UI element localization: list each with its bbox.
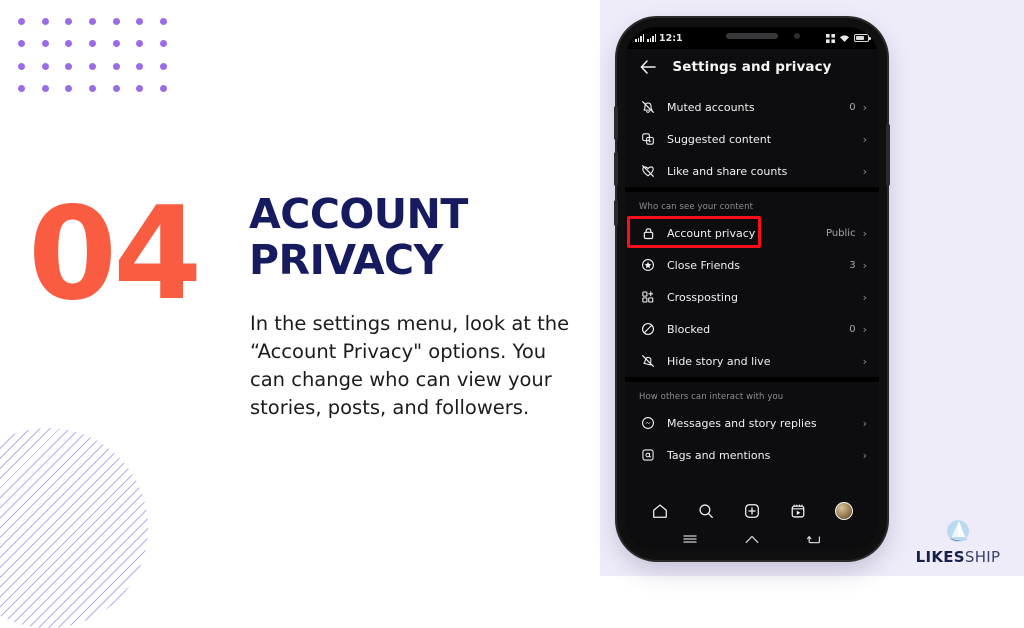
settings-row-tags-and-mentions[interactable]: Tags and mentions ›: [625, 439, 879, 471]
settings-row-label: Blocked: [667, 322, 711, 336]
chevron-right-icon: ›: [862, 100, 867, 114]
settings-row-suggested-content[interactable]: Suggested content ›: [625, 123, 879, 155]
messenger-icon: [639, 414, 657, 432]
settings-row-value: 0: [849, 101, 856, 113]
chevron-right-icon: ›: [862, 164, 867, 178]
settings-row-label: Messages and story replies: [667, 416, 817, 430]
phone-screen: 12:1 Settings and privacy Muted accounts…: [625, 27, 879, 551]
sailboat-icon: [947, 520, 969, 542]
blocked-icon: [639, 320, 657, 338]
status-bar-right: [826, 33, 871, 43]
suggested-icon: [639, 130, 657, 148]
chevron-right-icon: ›: [862, 226, 867, 240]
profile-avatar[interactable]: [831, 498, 857, 524]
settings-row-blocked[interactable]: Blocked 0 ›: [625, 313, 879, 345]
settings-row-muted-accounts[interactable]: Muted accounts 0 ›: [625, 91, 879, 123]
settings-row-messages-and-story-replies[interactable]: Messages and story replies ›: [625, 407, 879, 439]
bottom-navigation-bar[interactable]: [625, 493, 879, 529]
earpiece-speaker: [726, 33, 778, 39]
chevron-right-icon: ›: [862, 132, 867, 146]
settings-row-close-friends[interactable]: Close Friends 3 ›: [625, 249, 879, 281]
battery-icon: [854, 34, 871, 42]
signal-bars-icon-2: [647, 34, 656, 42]
chevron-right-icon: ›: [862, 322, 867, 336]
settings-row-label: Close Friends: [667, 258, 741, 272]
chevron-right-icon: ›: [862, 258, 867, 272]
slide-number: 04: [28, 180, 202, 329]
brand-name-light: SHIP: [964, 548, 1001, 566]
brand-name-bold: LIKES: [915, 548, 965, 566]
home-button-icon[interactable]: [742, 531, 762, 547]
wifi-icon: [839, 34, 850, 42]
settings-row-label: Suggested content: [667, 132, 772, 146]
chevron-right-icon: ›: [862, 448, 867, 462]
status-bar: 12:1: [625, 27, 879, 49]
settings-row-label: Crossposting: [667, 290, 738, 304]
settings-row-label: Tags and mentions: [667, 448, 771, 462]
status-bar-left: 12:1: [635, 33, 683, 44]
search-icon[interactable]: [693, 498, 719, 524]
settings-row-label: Muted accounts: [667, 100, 755, 114]
brand-logo: LIKESSHIP: [908, 518, 1008, 566]
phone-mockup: 12:1 Settings and privacy Muted accounts…: [614, 18, 890, 560]
settings-row-value: 3: [849, 259, 856, 271]
lock-icon: [639, 224, 657, 242]
back-arrow-icon[interactable]: [637, 56, 659, 78]
settings-row-value: 0: [849, 323, 856, 335]
status-time: 12:1: [659, 32, 683, 44]
section-heading-who-can-see: Who can see your content: [639, 202, 754, 212]
crossposting-icon: [639, 288, 657, 306]
add-post-icon[interactable]: [739, 498, 765, 524]
section-heading-how-others-interact: How others can interact with you: [639, 392, 784, 402]
tags-at-icon: [639, 446, 657, 464]
phone-volume-down-button[interactable]: [614, 152, 618, 186]
android-navigation-bar[interactable]: [625, 529, 879, 551]
heart-off-icon: [639, 162, 657, 180]
settings-row-label: Account privacy: [667, 226, 756, 240]
chevron-right-icon: ›: [862, 416, 867, 430]
phone-volume-up-button[interactable]: [614, 106, 618, 140]
settings-row-crossposting[interactable]: Crossposting ›: [625, 281, 879, 313]
settings-row-label: Like and share counts: [667, 164, 788, 178]
muted-bell-icon: [639, 98, 657, 116]
settings-row-hide-story-and-live[interactable]: Hide story and live ›: [625, 345, 879, 377]
settings-row-account-privacy[interactable]: Account privacy Public ›: [625, 216, 879, 249]
app-header: Settings and privacy: [625, 49, 879, 85]
settings-list[interactable]: Muted accounts 0 › Suggested content › L…: [625, 85, 879, 493]
front-camera-icon: [794, 33, 800, 39]
chevron-right-icon: ›: [862, 354, 867, 368]
reels-icon[interactable]: [785, 498, 811, 524]
headline-line-1: ACCOUNT: [249, 190, 468, 238]
settings-row-like-and-share-counts[interactable]: Like and share counts ›: [625, 155, 879, 187]
body-paragraph: In the settings menu, look at the “Accou…: [250, 312, 570, 419]
chevron-right-icon: ›: [862, 290, 867, 304]
settings-row-value: Public: [825, 227, 856, 239]
decorative-dot-grid: [10, 10, 175, 100]
app-title: Settings and privacy: [672, 59, 832, 75]
brand-wordmark: LIKESSHIP: [916, 548, 1001, 566]
hide-story-icon: [639, 352, 657, 370]
phone-power-button[interactable]: [886, 124, 890, 186]
headline-line-2: PRIVACY: [249, 235, 443, 284]
star-circle-icon: [639, 256, 657, 274]
recents-icon[interactable]: [680, 531, 700, 547]
back-button-icon[interactable]: [804, 531, 824, 547]
mobile-data-icon: [826, 33, 835, 43]
page-title: ACCOUNT PRIVACY: [249, 190, 549, 284]
home-icon[interactable]: [647, 498, 673, 524]
avatar: [835, 502, 853, 520]
settings-row-label: Hide story and live: [667, 354, 771, 368]
phone-silent-button[interactable]: [614, 200, 618, 226]
signal-bars-icon: [635, 34, 644, 42]
